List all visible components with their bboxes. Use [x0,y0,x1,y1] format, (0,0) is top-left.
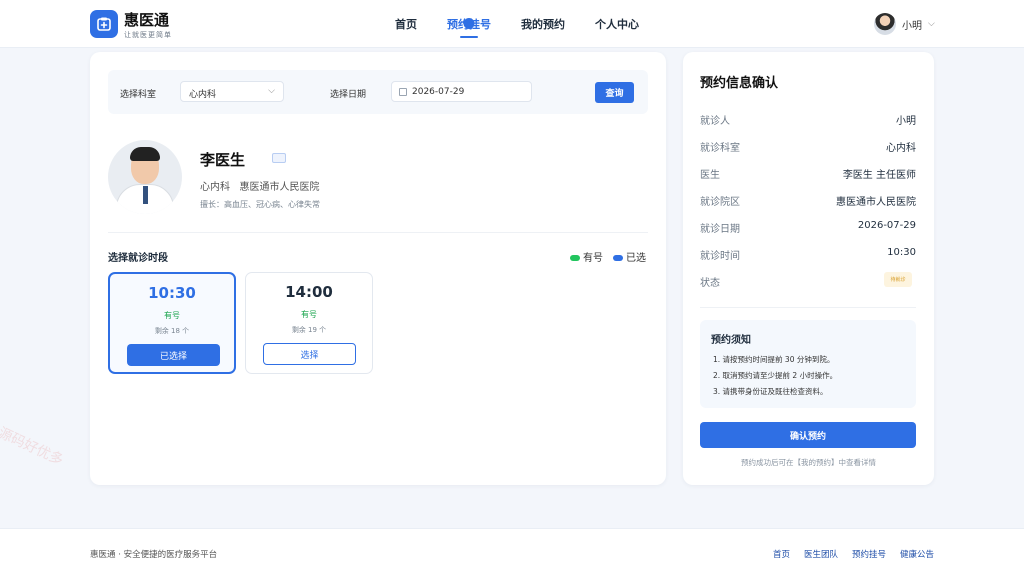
filter-bar: 选择科室 心内科 ⌵ 选择日期 2026-07-29 查询 [108,70,648,114]
time-slot-card[interactable]: 14:00 有号 剩余 19 个 选择 [245,272,373,374]
doctor-name: 李医生 [200,151,246,169]
watermark: 源码好优多 [0,424,66,469]
footer-links: 首页 医生团队 预约挂号 健康公告 [773,548,934,560]
info-row-hospital: 就诊院区 惠医通市人民医院 [700,197,916,208]
legend-available: 有号 [570,249,603,264]
legend-selected: 已选 [613,249,646,264]
dept-select[interactable]: 心内科 ⌵ [180,81,284,102]
info-row-dept: 就诊科室 心内科 [700,143,916,154]
info-row-doctor: 医生 李医生 主任医师 [700,170,916,181]
confirm-booking-button[interactable]: 确认预约 [700,422,916,448]
confirm-title: 预约信息确认 [700,76,779,91]
info-row-date: 就诊日期 2026-07-29 [700,220,916,235]
confirm-panel: 预约信息确认 就诊人 小明 就诊科室 心内科 医生 李医生 主任医师 就诊院区 惠医通市… [683,52,934,485]
avatar [874,13,896,35]
slot-selected-button[interactable]: 已选择 [127,344,220,366]
slot-time: 14:00 [285,283,333,301]
footer-link-news[interactable]: 健康公告 [900,548,934,560]
nav-profile[interactable]: 个人中心 [580,0,654,48]
doctor-dept-hospital: 心内科 惠医通市人民医院 [200,178,320,193]
nav-booking[interactable]: 预约挂号 [432,0,506,48]
top-navbar: 惠医通 让就医更简单 首页 预约挂号 我的预约 个人中心 小明 ⌵ [0,0,1024,48]
chevron-down-icon: ⌵ [268,86,275,96]
logo-icon[interactable] [90,10,118,38]
nav-my-appointments[interactable]: 我的预约 [506,0,580,48]
footer-link-booking[interactable]: 预约挂号 [852,548,886,560]
brand-name: 惠医通 [124,11,170,29]
doctor-specialty: 擅长：高血压、冠心病、心律失常 [200,200,320,209]
id-card-icon [272,153,286,163]
date-label: 选择日期 [330,90,367,100]
booking-panel: 选择科室 心内科 ⌵ 选择日期 2026-07-29 查询 李医生 心内科 惠医… [90,52,666,485]
doctor-photo [108,140,182,214]
info-row-time: 就诊时间 10:30 [700,247,916,262]
info-row-status: 状态 待就诊 [700,272,916,290]
dept-label: 选择科室 [120,90,157,100]
slot-legend: 有号 已选 [570,249,646,264]
footer-tagline: 惠医通 · 安全便捷的医疗服务平台 [90,550,218,560]
divider [108,232,648,233]
chevron-down-icon: ⌵ [928,19,935,29]
slot-status: 有号 [301,310,317,319]
date-input-value: 2026-07-29 [412,87,465,97]
active-dot-icon [463,18,475,29]
date-input[interactable]: 2026-07-29 [391,81,532,102]
info-row-patient: 就诊人 小明 [700,116,916,127]
notice-title: 预约须知 [711,335,751,346]
user-menu[interactable]: 小明 ⌵ [874,13,935,35]
notice-box: 预约须知 1. 请按预约时间提前 30 分钟到院。 2. 取消预约请至少提前 2… [700,320,916,408]
nav-home[interactable]: 首页 [380,0,432,48]
dept-select-value: 心内科 [189,90,217,100]
section-title: 选择就诊时段 [108,253,168,264]
slot-remaining: 剩余 19 个 [291,326,327,334]
user-name: 小明 [902,20,922,32]
slot-time: 10:30 [148,284,196,302]
query-button[interactable]: 查询 [595,82,634,103]
main-nav: 首页 预约挂号 我的预约 个人中心 [380,0,654,48]
divider [700,307,916,308]
slot-select-button[interactable]: 选择 [263,343,356,365]
notice-line: 2. 取消预约请至少提前 2 小时操作。 [713,371,838,380]
status-badge: 待就诊 [884,272,912,287]
confirm-hint: 预约成功后可在【我的预约】中查看详情 [741,458,876,467]
time-slot-card[interactable]: 10:30 有号 剩余 18 个 已选择 [108,272,236,374]
brand-slogan: 让就医更简单 [124,31,172,39]
doctor-hospital: 惠医通市人民医院 [239,182,320,193]
footer: 惠医通 · 安全便捷的医疗服务平台 首页 医生团队 预约挂号 健康公告 [0,528,1024,576]
doctor-dept: 心内科 [200,182,230,193]
slot-status: 有号 [164,311,180,320]
notice-line: 1. 请按预约时间提前 30 分钟到院。 [713,355,835,364]
footer-link-doctors[interactable]: 医生团队 [804,548,838,560]
notice-line: 3. 请携带身份证及既往检查资料。 [713,387,828,396]
slot-remaining: 剩余 18 个 [154,327,190,335]
footer-link-home[interactable]: 首页 [773,548,790,560]
calendar-icon [399,88,407,96]
